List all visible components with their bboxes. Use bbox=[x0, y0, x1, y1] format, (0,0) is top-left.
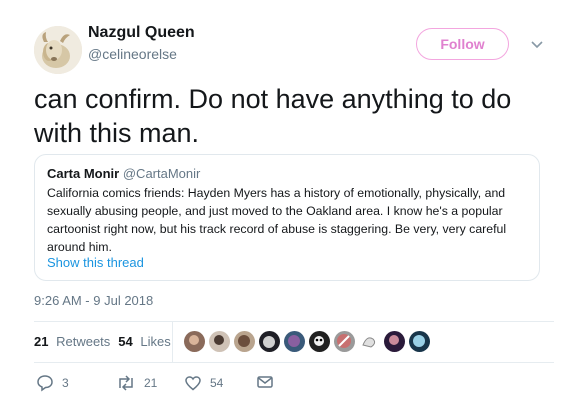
reply-count: 3 bbox=[62, 376, 69, 390]
liker-avatar[interactable] bbox=[384, 331, 405, 352]
liker-avatar[interactable] bbox=[284, 331, 305, 352]
like-count: 54 bbox=[210, 376, 224, 390]
envelope-icon bbox=[257, 376, 273, 388]
liker-avatar[interactable] bbox=[184, 331, 205, 352]
quoted-tweet[interactable]: Carta Monir @CartaMonir California comic… bbox=[34, 154, 540, 281]
user-display-name[interactable]: Nazgul Queen bbox=[88, 24, 195, 42]
follow-button[interactable]: Follow bbox=[416, 28, 509, 60]
chevron-down-icon[interactable] bbox=[530, 38, 544, 52]
likers-avatars bbox=[184, 331, 430, 352]
heart-icon bbox=[185, 376, 201, 391]
retweets-stat-count: 21 bbox=[34, 334, 49, 349]
tweet-header: Nazgul Queen @celineorelse Follow bbox=[34, 18, 554, 74]
retweet-icon bbox=[119, 375, 133, 391]
tweet-timestamp[interactable]: 9:26 AM - 9 Jul 2018 bbox=[34, 293, 153, 308]
retweets-stat-label: Retweets bbox=[56, 334, 111, 349]
stats-separator bbox=[172, 322, 173, 362]
divider bbox=[34, 362, 554, 363]
liker-avatar[interactable] bbox=[334, 331, 355, 352]
liker-avatar[interactable] bbox=[259, 331, 280, 352]
likes-stat-label: Likes bbox=[140, 334, 171, 349]
quoted-tweet-header: Carta Monir @CartaMonir bbox=[47, 166, 200, 181]
liker-avatar[interactable] bbox=[209, 331, 230, 352]
quoted-author-name: Carta Monir bbox=[47, 166, 120, 181]
tweet-stats: 21 Retweets 54 Likes bbox=[34, 334, 171, 349]
retweet-count: 21 bbox=[144, 376, 158, 390]
retweet-action[interactable]: 21 bbox=[116, 374, 157, 392]
liker-avatar[interactable] bbox=[234, 331, 255, 352]
liker-avatar[interactable] bbox=[309, 331, 330, 352]
quoted-tweet-text: California comics friends: Hayden Myers … bbox=[47, 186, 507, 254]
liker-avatar[interactable] bbox=[359, 331, 380, 352]
retweets-stat[interactable]: 21 Retweets bbox=[34, 334, 110, 349]
reply-icon bbox=[37, 375, 53, 392]
like-action[interactable]: 54 bbox=[184, 374, 223, 392]
quoted-author-handle: @CartaMonir bbox=[122, 166, 201, 181]
likes-stat[interactable]: 54 Likes bbox=[118, 334, 170, 349]
goat-avatar-icon[interactable] bbox=[34, 26, 82, 74]
tweet-text: can confirm. Do not have anything to do … bbox=[34, 84, 512, 148]
user-handle[interactable]: @celineorelse bbox=[88, 46, 177, 62]
divider bbox=[34, 321, 554, 322]
likes-stat-count: 54 bbox=[118, 334, 133, 349]
show-thread-link[interactable]: Show this thread bbox=[47, 255, 144, 270]
liker-avatar[interactable] bbox=[409, 331, 430, 352]
direct-message-action[interactable] bbox=[256, 374, 274, 390]
reply-action[interactable]: 3 bbox=[36, 374, 69, 392]
